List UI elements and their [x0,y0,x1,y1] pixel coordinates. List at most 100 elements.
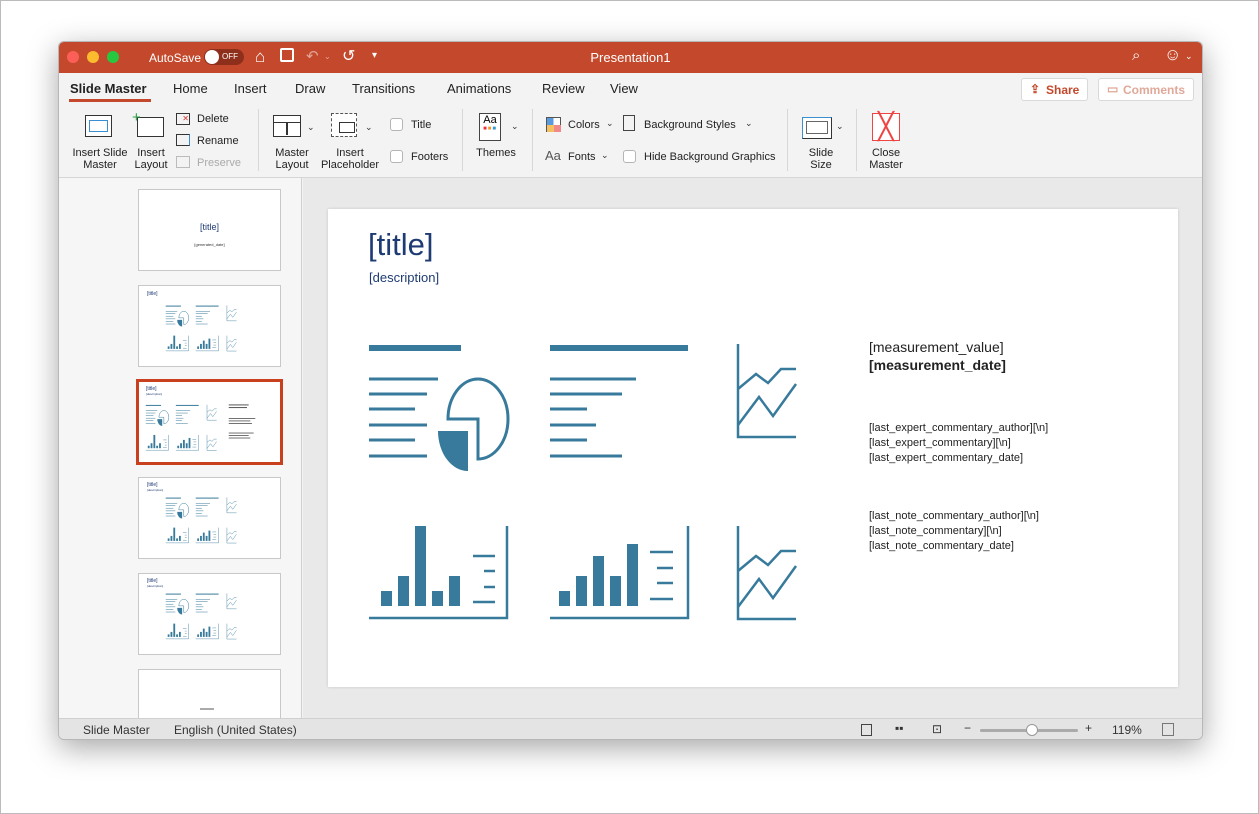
tab-draw[interactable]: Draw [295,81,325,96]
preserve-pin-icon [176,156,190,168]
share-label: Share [1046,83,1080,97]
background-styles-icon [623,115,635,131]
thumbnail-graphics [165,305,237,352]
insert-layout-label: Insert Layout [134,147,168,171]
footers-checkbox-label: Footers [411,151,449,163]
thumbnail-6[interactable] [138,669,281,718]
tab-view[interactable]: View [610,81,638,96]
note-author-text: [last_note_commentary_author][\n] [869,510,1039,522]
themes-chevron-icon: ⌄ [511,121,519,131]
status-language[interactable]: English (United States) [174,723,297,737]
insert-layout-icon: + [132,109,164,137]
note-commentary-placeholder[interactable]: [last_note_commentary_author][\n] [last_… [869,509,1039,554]
presenter-view-icon[interactable]: ⊡ [932,722,942,736]
colors-chevron-icon: ⌄ [606,118,614,128]
share-button[interactable]: ⇪ Share [1021,78,1089,101]
fonts-chevron-icon: ⌄ [601,150,609,160]
thumbnail-title: [title] [147,291,158,297]
slide-master-layout[interactable]: [title] [description] [measurement_value… [328,209,1178,687]
ribbon: Insert Slide Master + Insert Layout ✕ Del… [59,103,1202,178]
zoom-out-button[interactable]: − [964,721,971,735]
background-styles-chevron-icon: ⌄ [745,118,753,128]
background-styles-label: Background Styles [644,119,736,131]
ribbon-divider [856,109,857,171]
tab-animations[interactable]: Animations [447,81,511,96]
ribbon-divider [462,109,463,171]
colors-icon [546,117,561,132]
search-icon[interactable]: ⌕ [1132,47,1140,64]
comments-button[interactable]: ▭ Comments [1098,78,1195,101]
ribbon-divider [787,109,788,171]
tab-slide-master[interactable]: Slide Master [70,81,147,96]
slide-description-placeholder[interactable]: [description] [369,270,439,285]
slide-title-placeholder[interactable]: [title] [368,227,433,263]
insert-placeholder-label: Insert Placeholder [320,147,380,171]
thumbnail-1[interactable]: [title] [generated_date] [138,189,281,271]
ribbon-divider [532,109,533,171]
hide-background-graphics-checkbox[interactable] [623,150,636,163]
slide-thumbnail-pane[interactable]: [title] [generated_date] [title] [title]… [59,178,302,718]
tab-review[interactable]: Review [542,81,585,96]
master-layout-icon [273,115,301,137]
note-date-text: [last_note_commentary_date] [869,540,1014,552]
expert-commentary-text: [last_expert_commentary][\n] [869,437,1011,449]
slide-size-label: Slide Size [808,147,834,171]
close-master-label: Close Master [869,147,903,171]
thumbnail-subtitle: [description] [147,584,164,588]
fit-to-window-icon[interactable] [1162,723,1174,736]
powerpoint-window: AutoSave OFF ⌂ ↶ ⌄ ↺ ▾ Presentation1 ⌕ ☺… [58,41,1203,740]
zoom-slider-thumb[interactable] [1026,724,1038,736]
insert-slide-master-label: Insert Slide Master [72,147,128,171]
note-commentary-text: [last_note_commentary][\n] [869,525,1002,537]
master-layout-chevron-icon: ⌄ [307,122,315,132]
fonts-label: Fonts [568,151,596,163]
insert-placeholder-chevron-icon: ⌄ [365,122,373,132]
insert-slide-master-icon [85,115,112,137]
fonts-icon: Aa [545,148,561,163]
delete-icon: ✕ [176,113,190,125]
comments-label: Comments [1123,83,1186,97]
tab-transitions[interactable]: Transitions [352,81,415,96]
expert-commentary-placeholder[interactable]: [last_expert_commentary_author][\n] [las… [869,421,1048,466]
expert-date-text: [last_expert_commentary_date] [869,452,1024,464]
insert-placeholder-icon [331,113,357,137]
thumbnail-2[interactable]: [title] [138,285,281,367]
thumbnail-4[interactable]: [title] [description] [138,477,281,559]
ribbon-divider [258,109,259,171]
title-checkbox-label: Title [411,119,432,131]
slide-editing-canvas: [title] [description] [measurement_value… [303,178,1202,718]
normal-view-icon[interactable] [861,724,872,736]
themes-label: Themes [476,147,516,159]
slide-sorter-icon[interactable]: ▪▪ [895,721,904,735]
footers-checkbox[interactable] [390,150,403,163]
slide-size-icon [802,117,832,139]
active-tab-underline [69,99,151,102]
feedback-chevron-icon[interactable]: ⌄ [1185,51,1193,62]
colors-label: Colors [568,119,600,131]
smiley-feedback-icon[interactable]: ☺ [1164,45,1181,65]
status-bar: Slide Master English (United States) ▪▪ … [59,718,1202,739]
close-master-icon: ╳ [872,113,900,141]
zoom-in-button[interactable]: + [1085,721,1092,735]
tab-insert[interactable]: Insert [234,81,267,96]
ribbon-tabs: Slide Master Home Insert Draw Transition… [59,73,1202,103]
measurement-value-placeholder[interactable]: [measurement_value] [869,338,1004,356]
window-title: Presentation1 [590,50,671,65]
thumbnail-5[interactable]: [title] [description] [138,573,281,655]
thumbnail-subtitle: [generated_date] [194,242,225,247]
thumbnail-text-placeholder [200,708,214,710]
thumbnail-3-selected[interactable]: [title] [description] [136,379,283,465]
status-view-name: Slide Master [83,723,150,737]
rename-icon [176,134,190,146]
title-checkbox[interactable] [390,118,403,131]
thumbnail-subtitle: [description] [146,392,163,396]
themes-icon: Aa ■■■ [479,113,501,141]
slide-placeholder-graphics [367,342,798,621]
hide-background-graphics-label: Hide Background Graphics [644,151,776,163]
comment-icon: ▭ [1107,82,1119,96]
preserve-label: Preserve [197,157,242,169]
measurement-date-placeholder[interactable]: [measurement_date] [869,356,1006,374]
share-icon: ⇪ [1030,82,1041,96]
tab-home[interactable]: Home [173,81,208,96]
zoom-level[interactable]: 119% [1112,723,1142,737]
